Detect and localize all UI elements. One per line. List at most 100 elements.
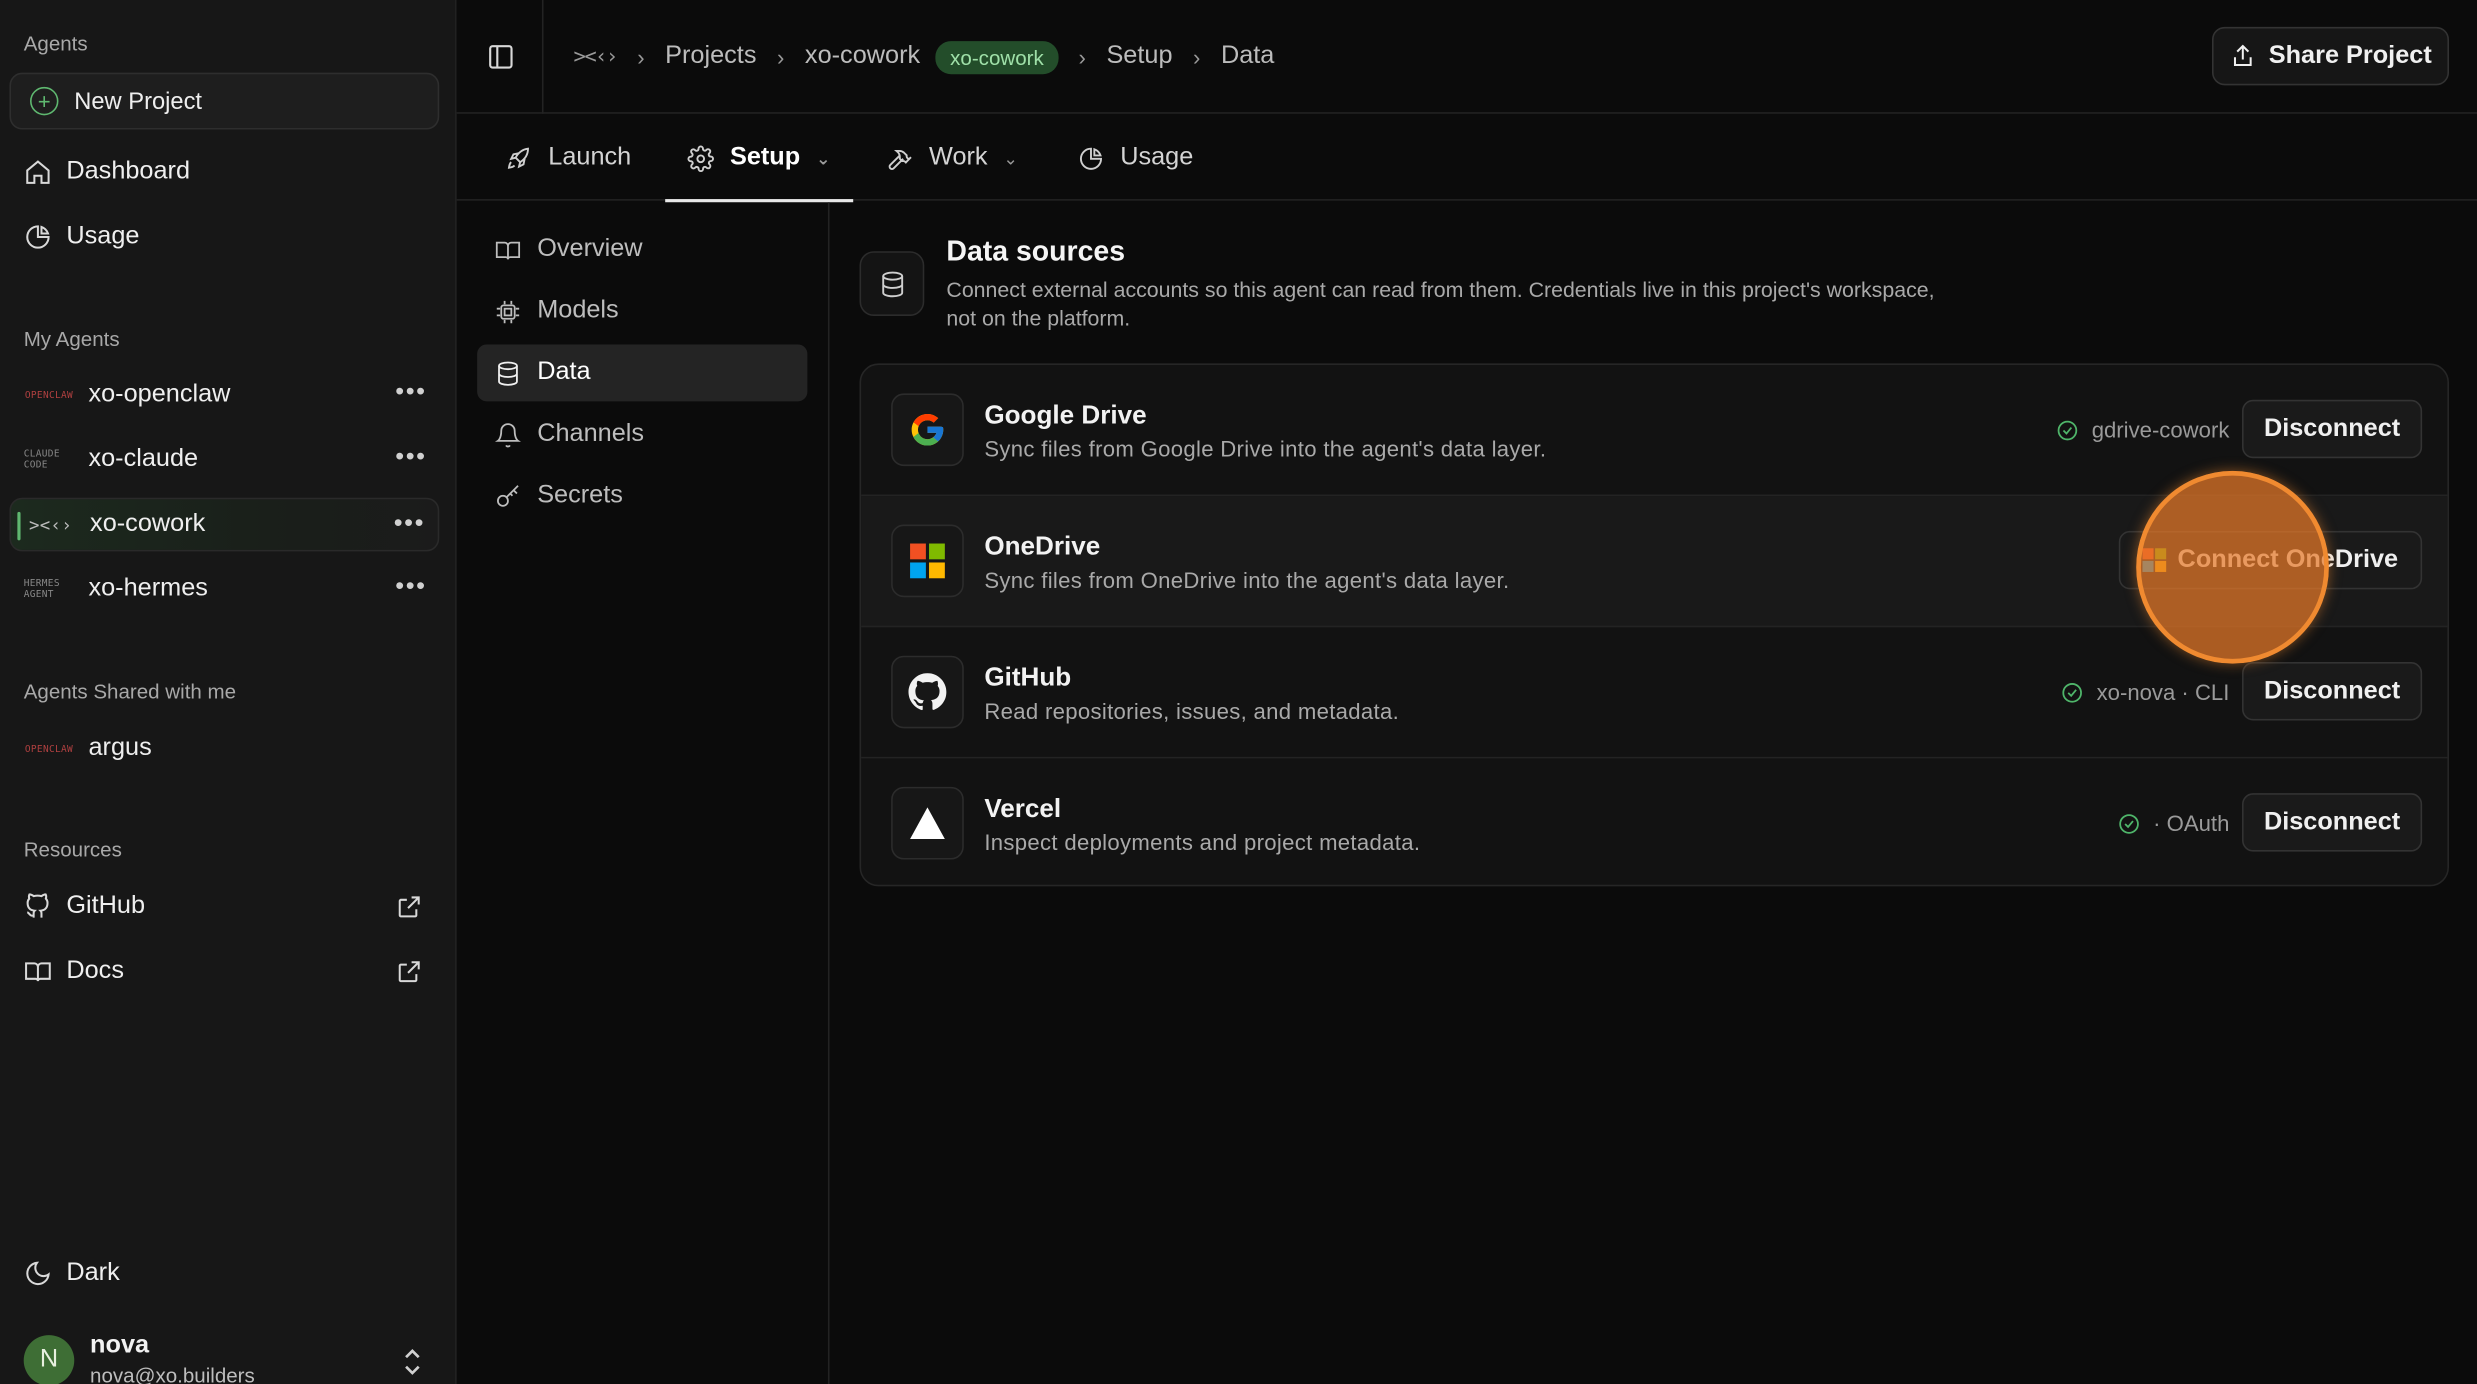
chevron-down-icon: ⌄ bbox=[1003, 149, 1018, 169]
sidebar-agent-xo-openclaw[interactable]: OPENCLAW xo-openclaw ••• bbox=[9, 368, 439, 422]
sidebar-toggle-icon[interactable] bbox=[487, 43, 515, 71]
chevron-right-icon: › bbox=[1078, 44, 1086, 70]
chevron-right-icon: › bbox=[1193, 44, 1201, 70]
source-name: Google Drive bbox=[984, 401, 1147, 430]
check-circle-icon bbox=[2118, 813, 2139, 833]
subnav-overview[interactable]: Overview bbox=[477, 221, 807, 278]
more-options-icon[interactable]: ••• bbox=[395, 379, 426, 407]
disconnect-vercel-button[interactable]: Disconnect bbox=[2242, 793, 2423, 852]
tab-setup[interactable]: Setup ⌄ bbox=[665, 115, 853, 203]
sidebar-item-label: Usage bbox=[66, 222, 140, 250]
plus-icon: + bbox=[30, 86, 59, 116]
book-icon bbox=[24, 957, 52, 985]
openclaw-logo-icon: OPENCLAW bbox=[24, 389, 74, 401]
breadcrumb-setup[interactable]: Setup bbox=[1106, 43, 1172, 71]
status-label: xo-nova · CLI bbox=[2096, 679, 2230, 705]
subnav-models[interactable]: Models bbox=[477, 283, 807, 340]
source-description: Sync files from Google Drive into the ag… bbox=[984, 436, 1547, 462]
user-menu[interactable]: N nova nova@xo.builders bbox=[23, 1331, 443, 1384]
key-icon bbox=[497, 484, 519, 506]
chevron-right-icon: › bbox=[777, 44, 785, 70]
sidebar-link-docs[interactable]: Docs bbox=[9, 945, 439, 999]
external-link-icon bbox=[395, 957, 423, 985]
user-name: nova bbox=[90, 1331, 150, 1359]
github-logo-icon bbox=[891, 655, 964, 729]
tab-label: Setup bbox=[729, 143, 801, 171]
home-icon bbox=[24, 158, 52, 186]
status-label: gdrive-cowork bbox=[2091, 417, 2230, 443]
chevron-down-icon: ⌄ bbox=[815, 149, 831, 169]
subnav-label: Channels bbox=[537, 420, 645, 448]
hammer-icon bbox=[888, 149, 912, 170]
source-name: GitHub bbox=[984, 663, 1072, 693]
sidebar-item-usage[interactable]: Usage bbox=[9, 210, 439, 264]
tab-label: Usage bbox=[1120, 143, 1194, 171]
subnav-channels[interactable]: Channels bbox=[477, 406, 807, 463]
app-root: Agents + New Project Dashboard Usage My … bbox=[0, 0, 2477, 1384]
page-title: Data sources bbox=[946, 235, 1126, 268]
share-project-button[interactable]: Share Project bbox=[2212, 26, 2449, 86]
shared-section-title: Agents Shared with me bbox=[23, 679, 237, 704]
pie-chart-icon bbox=[24, 223, 52, 251]
share-label: Share Project bbox=[2268, 41, 2432, 69]
subnav-label: Models bbox=[537, 297, 619, 324]
source-description: Sync files from OneDrive into the agent'… bbox=[984, 567, 1510, 593]
connection-status: gdrive-cowork bbox=[2055, 417, 2229, 442]
database-icon bbox=[498, 360, 518, 385]
new-project-button[interactable]: + New Project bbox=[9, 72, 440, 130]
disconnect-google-drive-button[interactable]: Disconnect bbox=[2242, 399, 2423, 459]
click-indicator bbox=[2136, 470, 2329, 664]
tab-launch[interactable]: Launch bbox=[506, 115, 631, 200]
active-indicator bbox=[17, 511, 21, 541]
subnav-label: Overview bbox=[537, 235, 643, 263]
database-icon bbox=[859, 251, 925, 316]
agent-label: xo-cowork bbox=[90, 510, 206, 538]
avatar: N bbox=[23, 1335, 75, 1384]
project-badge: xo-cowork bbox=[935, 40, 1058, 74]
status-label: · OAuth bbox=[2153, 810, 2230, 836]
claude-code-logo-icon: CLAUDE CODE bbox=[23, 448, 60, 471]
breadcrumb-data: Data bbox=[1220, 42, 1275, 70]
connection-status: xo-nova · CLI bbox=[2060, 679, 2230, 705]
breadcrumb-project[interactable]: xo-cowork bbox=[805, 43, 920, 71]
subnav-label: Data bbox=[537, 358, 591, 386]
tab-work[interactable]: Work ⌄ bbox=[886, 115, 1018, 200]
rocket-icon bbox=[507, 146, 529, 169]
sidebar-agent-argus[interactable]: OPENCLAW argus bbox=[9, 722, 439, 776]
my-agents-section-title: My Agents bbox=[23, 327, 120, 351]
theme-toggle[interactable]: Dark bbox=[9, 1247, 439, 1301]
check-circle-icon bbox=[2062, 682, 2082, 702]
more-options-icon[interactable]: ••• bbox=[395, 444, 426, 472]
breadcrumb-projects[interactable]: Projects bbox=[665, 43, 756, 71]
google-logo-icon bbox=[891, 393, 964, 467]
source-description: Inspect deployments and project metadata… bbox=[984, 829, 1421, 855]
chip-icon bbox=[496, 300, 520, 323]
subnav-label: Secrets bbox=[537, 481, 623, 509]
moon-icon bbox=[24, 1259, 52, 1287]
resources-section-title: Resources bbox=[23, 837, 122, 862]
more-options-icon[interactable]: ••• bbox=[394, 510, 425, 538]
sidebar-agent-xo-cowork[interactable]: ><‹› xo-cowork ••• bbox=[9, 497, 440, 552]
data-sources-panel: Data sources Connect external accounts s… bbox=[830, 202, 2477, 1384]
sidebar-agent-xo-claude[interactable]: CLAUDE CODE xo-claude ••• bbox=[9, 433, 439, 487]
page-description: Connect external accounts so this agent … bbox=[946, 278, 1935, 331]
check-circle-icon bbox=[2057, 419, 2077, 440]
more-options-icon[interactable]: ••• bbox=[395, 574, 426, 602]
subnav-secrets[interactable]: Secrets bbox=[477, 468, 807, 525]
microsoft-logo-icon bbox=[891, 524, 964, 598]
github-icon bbox=[24, 893, 52, 921]
xo-logo-icon[interactable]: ><‹› bbox=[574, 45, 619, 69]
sidebar-agent-xo-hermes[interactable]: HERMES AGENT xo-hermes ••• bbox=[9, 562, 439, 616]
tab-usage[interactable]: Usage bbox=[1078, 115, 1194, 200]
sidebar-item-dashboard[interactable]: Dashboard bbox=[9, 145, 439, 199]
agents-section-title: Agents bbox=[23, 31, 88, 56]
pie-chart-icon bbox=[1079, 146, 1103, 170]
disconnect-github-button[interactable]: Disconnect bbox=[2242, 662, 2423, 721]
setup-subnav: Overview Models Data Channels Secrets bbox=[457, 202, 830, 1384]
cowork-logo-icon: ><‹› bbox=[28, 514, 73, 535]
chevron-up-down-icon bbox=[405, 1349, 420, 1375]
subnav-data[interactable]: Data bbox=[477, 344, 808, 402]
new-project-label: New Project bbox=[74, 87, 203, 115]
theme-label: Dark bbox=[66, 1259, 120, 1287]
sidebar-link-github[interactable]: GitHub bbox=[9, 880, 439, 934]
